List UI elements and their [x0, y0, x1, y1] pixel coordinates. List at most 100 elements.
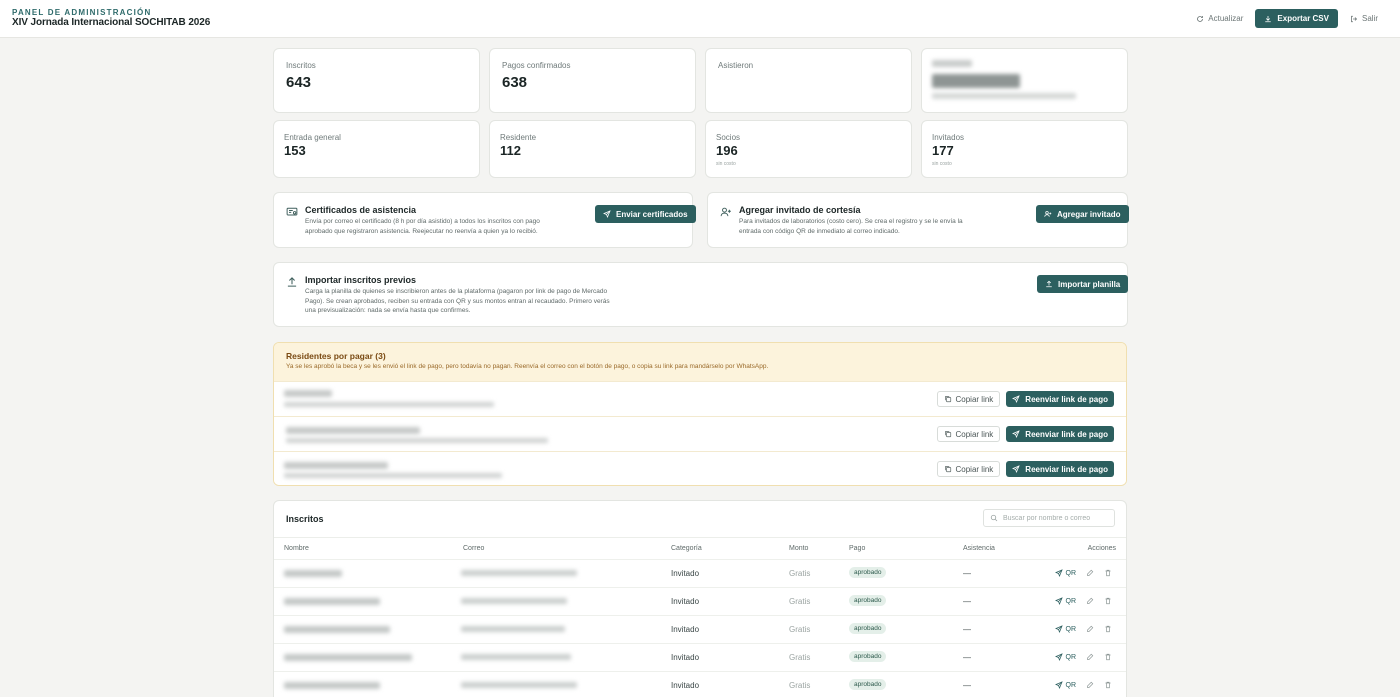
stat-value: 112 [500, 143, 521, 158]
import-card: Importar inscritos previos Carga la plan… [273, 262, 1129, 327]
send-icon [1012, 395, 1020, 403]
refresh-button[interactable]: Actualizar [1196, 14, 1243, 23]
amount-cell: Gratis [789, 681, 811, 690]
certificate-icon [286, 207, 298, 216]
redacted-email [286, 438, 548, 443]
row-actions: Copiar link Reenviar link de pago [936, 391, 1114, 407]
table-header: Nombre Correo Categoría Monto Pago Asist… [274, 537, 1126, 559]
table-row: Invitado Gratis aprobado — QR [274, 643, 1126, 671]
refresh-label: Actualizar [1208, 14, 1244, 23]
top-actions: Actualizar Exportar CSV Salir [1196, 9, 1378, 28]
edit-icon[interactable] [1086, 597, 1094, 605]
pending-resident-row: Copiar link Reenviar link de pago [274, 381, 1126, 417]
redacted-name [286, 427, 420, 434]
send-icon [1054, 625, 1063, 633]
table-row: Invitado Gratis aprobado — QR [274, 615, 1126, 643]
resend-payment-link-button[interactable]: Reenviar link de pago [1006, 391, 1114, 407]
search-icon [990, 514, 998, 522]
edit-icon[interactable] [1086, 569, 1094, 577]
import-sheet-button[interactable]: Importar planilla [1037, 275, 1129, 293]
trash-icon[interactable] [1104, 569, 1112, 577]
stat-card-asistieron: Asistieron [705, 48, 912, 113]
pending-residents-panel: Residentes por pagar (3) Ya se les aprob… [273, 342, 1127, 486]
pending-residents-header: Residentes por pagar (3) Ya se les aprob… [274, 343, 1126, 381]
trash-icon[interactable] [1104, 681, 1112, 689]
description-line: una previsualización: nada se envía hast… [305, 307, 471, 314]
attendance-cell: — [963, 569, 971, 578]
resend-payment-link-button[interactable]: Reenviar link de pago [1006, 461, 1114, 477]
stat-label: Residente [500, 133, 537, 142]
send-icon [1054, 569, 1063, 577]
guest-description: Para invitados de laboratorios (costo ce… [739, 217, 963, 236]
stat-card-general: Entrada general 153 [273, 120, 480, 178]
export-csv-button[interactable]: Exportar CSV [1255, 9, 1338, 28]
send-qr-button[interactable]: QR [1054, 569, 1076, 577]
description-line: Pago). Se crean aprobados, reciben su en… [305, 297, 610, 305]
trash-icon[interactable] [1104, 653, 1112, 661]
copy-link-button[interactable]: Copiar link [936, 426, 1001, 442]
redacted-email [461, 570, 577, 576]
send-qr-button[interactable]: QR [1054, 597, 1076, 605]
redacted-email [284, 402, 494, 407]
amount-cell: Gratis [789, 569, 811, 578]
send-certificates-label: Enviar certificados [616, 209, 688, 219]
category-cell: Invitado [671, 597, 700, 606]
stat-value: 196 [716, 143, 738, 158]
upload-icon [287, 277, 297, 287]
search-field[interactable] [983, 509, 1115, 527]
refresh-icon [1197, 15, 1204, 22]
send-icon [1054, 653, 1063, 661]
copy-link-button[interactable]: Copiar link [936, 391, 1001, 407]
stat-value: 153 [284, 143, 306, 158]
trash-icon[interactable] [1104, 625, 1112, 633]
stat-card-invitados: Invitados 177 sin costo [921, 120, 1128, 178]
search-input[interactable] [1003, 514, 1111, 522]
redacted-email [461, 682, 577, 688]
attendance-cell: — [963, 681, 971, 690]
copy-link-button[interactable]: Copiar link [936, 461, 1001, 477]
logout-button[interactable]: Salir [1350, 14, 1378, 23]
import-sheet-label: Importar planilla [1058, 279, 1121, 289]
column-header-attendance: Asistencia [963, 545, 995, 552]
description-line: aprobado que registraron asistencia. Ree… [305, 227, 538, 235]
amount-cell: Gratis [789, 597, 811, 606]
redacted-name [284, 390, 332, 397]
send-certificates-button[interactable]: Enviar certificados [595, 205, 696, 223]
stat-note: sin costo [716, 161, 736, 167]
pending-resident-row: Copiar link Reenviar link de pago [274, 451, 1126, 485]
row-actions: Copiar link Reenviar link de pago [936, 426, 1114, 442]
registrants-title: Inscritos [286, 514, 324, 524]
add-guest-button[interactable]: Agregar invitado [1036, 205, 1129, 223]
category-cell: Invitado [671, 569, 700, 578]
redacted-value [932, 74, 1020, 88]
row-actions: QR [1054, 597, 1113, 605]
edit-icon[interactable] [1086, 681, 1094, 689]
edit-icon[interactable] [1086, 653, 1094, 661]
description-line: Envía por correo el certificado (8 h por… [305, 218, 540, 225]
redacted-name [284, 682, 380, 689]
stat-card-redacted [921, 48, 1128, 113]
pending-residents-description: Ya se les aprobó la beca y se les envió … [286, 363, 769, 370]
send-qr-button[interactable]: QR [1054, 681, 1077, 689]
stat-value: 177 [932, 143, 954, 158]
attendance-cell: — [963, 625, 971, 634]
redacted-name [284, 598, 380, 605]
stat-value: 643 [286, 74, 312, 91]
column-header-category: Categoría [671, 545, 702, 552]
send-qr-label: QR [1065, 681, 1077, 689]
payment-status-badge: aprobado [849, 651, 887, 662]
user-plus-icon [720, 207, 731, 217]
copy-link-label: Copiar link [955, 429, 994, 439]
edit-icon[interactable] [1086, 625, 1094, 633]
trash-icon[interactable] [1104, 597, 1112, 605]
stat-card-inscritos: Inscritos 643 [273, 48, 480, 113]
import-description: Carga la planilla de quienes se inscribi… [305, 287, 610, 316]
column-header-amount: Monto [789, 545, 809, 552]
send-qr-label: QR [1065, 625, 1077, 633]
certificates-card: Certificados de asistencia Envía por cor… [273, 192, 696, 248]
send-qr-button[interactable]: QR [1054, 625, 1077, 633]
send-qr-button[interactable]: QR [1054, 653, 1076, 661]
logout-label: Salir [1361, 14, 1378, 23]
guest-title: Agregar invitado de cortesía [739, 205, 861, 215]
resend-payment-link-button[interactable]: Reenviar link de pago [1006, 426, 1114, 442]
